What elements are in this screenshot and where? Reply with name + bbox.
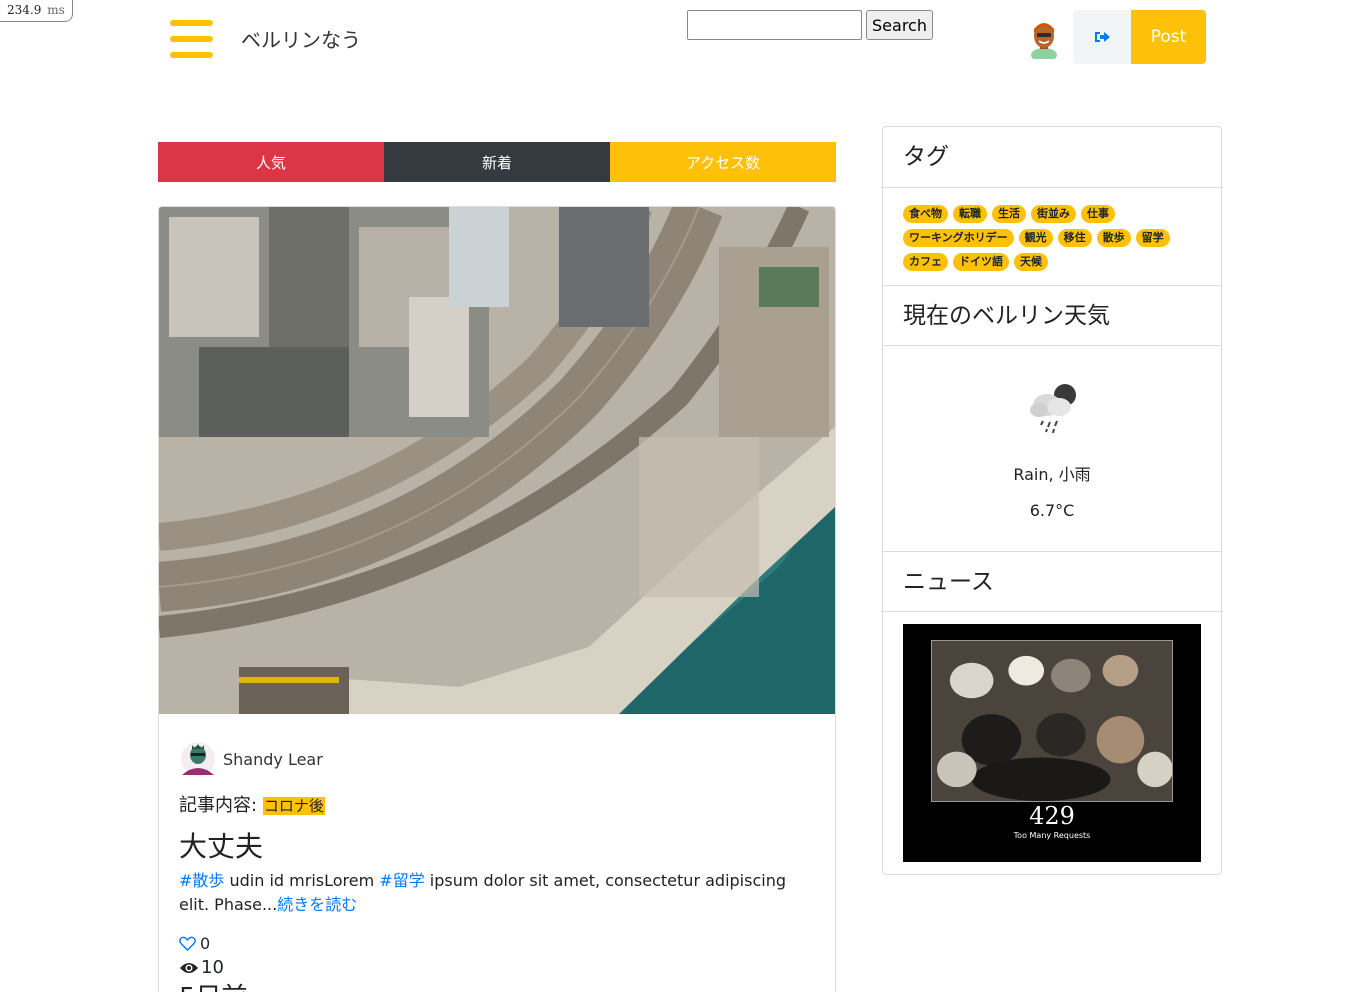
post-author[interactable]: Shandy Lear [179, 741, 323, 777]
tag-badge[interactable]: 転職 [953, 205, 987, 223]
rain-cloud-icon [1030, 384, 1076, 434]
hashtag-link[interactable]: #留学 [379, 871, 424, 890]
tag-badge[interactable]: ドイツ語 [953, 253, 1009, 271]
tag-badge[interactable]: 散歩 [1096, 229, 1131, 247]
category-value-badge[interactable]: コロナ後 [262, 797, 325, 815]
view-count: 10 [201, 957, 224, 978]
post-cover-image[interactable] [159, 207, 835, 714]
sign-out-icon [1095, 32, 1110, 42]
tag-badge[interactable]: 観光 [1018, 229, 1053, 247]
news-image[interactable]: 429 Too Many Requests [903, 624, 1201, 862]
navbar: ベルリンなう Search Post [0, 0, 1363, 74]
weather-heading: 現在のベルリン天気 [883, 285, 1221, 346]
like-count: 0 [200, 934, 211, 953]
post-button[interactable]: Post [1131, 10, 1206, 64]
post-category: 記事内容: コロナ後 [179, 791, 325, 817]
excerpt-text: udin id mrisLorem [224, 871, 380, 890]
tag-badge[interactable]: 留学 [1135, 229, 1170, 247]
tab-access-count[interactable]: アクセス数 [610, 142, 836, 182]
author-name: Shandy Lear [223, 749, 323, 769]
tag-badge[interactable]: 食べ物 [903, 205, 948, 223]
weather-description: Rain, 小雨 [1013, 465, 1091, 484]
tag-badge[interactable]: 天候 [1014, 253, 1048, 271]
tag-badge[interactable]: 移住 [1057, 229, 1092, 247]
tag-badge[interactable]: 生活 [992, 205, 1026, 223]
news-heading: ニュース [883, 551, 1221, 612]
post-excerpt: #散歩 udin id mrisLorem #留学 ipsum dolor si… [179, 869, 819, 917]
site-brand[interactable]: ベルリンなう [241, 24, 361, 53]
sidebar: タグ 食べ物 転職 生活 街並み 仕事 ワーキングホリデー 観光 移住 散歩 留… [882, 126, 1222, 875]
tags-heading: タグ [883, 127, 1221, 188]
hamburger-menu-icon[interactable] [170, 20, 213, 58]
sort-tabs: 人気 新着 アクセス数 [158, 142, 836, 182]
tag-badge[interactable]: ワーキングホリデー [903, 229, 1014, 247]
cats-photo [931, 640, 1173, 802]
hashtag-link[interactable]: #散歩 [179, 871, 224, 890]
news-error-message: Too Many Requests [1013, 831, 1091, 840]
search-input[interactable] [687, 10, 862, 40]
author-avatar [181, 742, 215, 776]
search-button[interactable]: Search [866, 10, 933, 40]
post-title[interactable]: 大丈夫 [179, 825, 263, 865]
read-more-link[interactable]: 続きを読む [277, 895, 357, 914]
logout-button[interactable] [1073, 10, 1131, 64]
weather-temperature: 6.7°C [1029, 501, 1075, 520]
tab-new[interactable]: 新着 [384, 142, 610, 182]
view-counter: 10 [179, 957, 224, 978]
eye-icon [180, 962, 198, 973]
tab-popular[interactable]: 人気 [158, 142, 384, 182]
like-counter[interactable]: 0 [179, 934, 210, 953]
post-timestamp: 5日前 [179, 977, 248, 992]
tag-list: 食べ物 転職 生活 街並み 仕事 ワーキングホリデー 観光 移住 散歩 留学 カ… [903, 205, 1213, 277]
news-error-code: 429 [1029, 802, 1075, 830]
user-avatar[interactable] [1026, 19, 1062, 59]
heart-icon[interactable] [179, 936, 196, 951]
tag-badge[interactable]: カフェ [903, 253, 948, 271]
tag-badge[interactable]: 仕事 [1081, 205, 1115, 223]
category-label: 記事内容: [179, 795, 258, 816]
tag-badge[interactable]: 街並み [1031, 205, 1076, 223]
post-card: Shandy Lear 記事内容: コロナ後 大丈夫 #散歩 udin id m… [158, 206, 836, 992]
